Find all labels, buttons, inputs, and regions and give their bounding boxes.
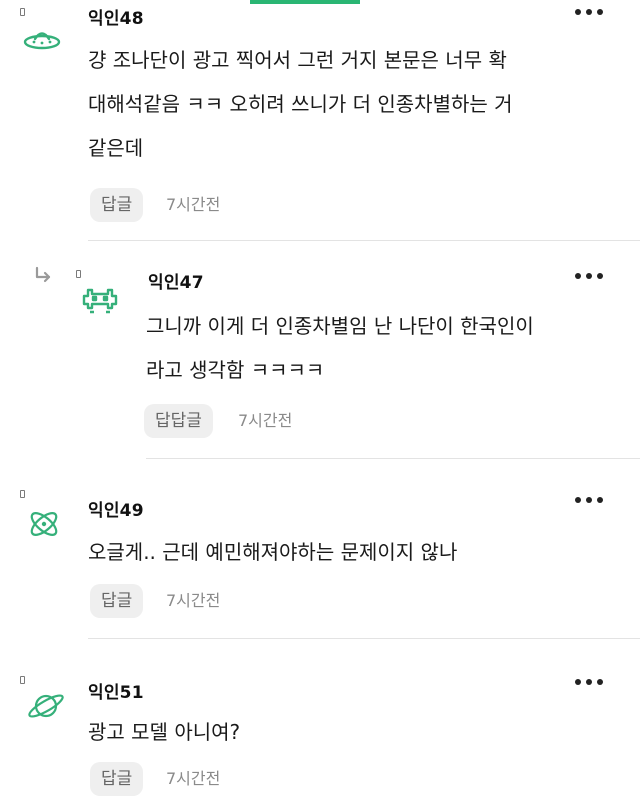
comment-nickname[interactable]: 익인48 — [88, 4, 144, 29]
more-options-icon[interactable] — [572, 674, 606, 690]
comment-line: 대해석같음 ㅋㅋ 오히려 쓰니가 더 인종차별하는 거 — [88, 92, 513, 116]
comment-text: 오글게.. 근데 예민해져야하는 문제이지 않나 — [88, 530, 457, 574]
comment-time: 7시간전 — [166, 769, 221, 788]
comment-time: 7시간전 — [238, 411, 293, 430]
reply-button[interactable]: 답글 — [90, 188, 144, 222]
ufo-icon — [20, 22, 64, 58]
comment-text: 걍 조나단이 광고 찍어서 그런 거지 본문은 너무 확 대해석같음 ㅋㅋ 오히… — [88, 38, 513, 170]
reply-button[interactable]: 답글 — [90, 584, 144, 618]
reply-arrow-icon — [34, 266, 54, 284]
reply-reply-button[interactable]: 답답글 — [144, 404, 213, 438]
comment-divider — [88, 638, 640, 639]
comment-text: 광고 모델 아니여? — [88, 710, 240, 754]
comment-time: 7시간전 — [166, 195, 221, 214]
comment-line: 걍 조나단이 광고 찍어서 그런 거지 본문은 너무 확 — [88, 48, 507, 72]
comment-nickname[interactable]: 익인51 — [88, 678, 144, 703]
rank-marker — [20, 8, 25, 16]
space-invader-icon — [78, 282, 122, 318]
comment-line: 그니까 이게 더 인종차별임 난 나단이 한국인이 — [146, 314, 534, 338]
comment-nickname[interactable]: 익인49 — [88, 496, 144, 521]
comment-line: 라고 생각함 ㅋㅋㅋㅋ — [146, 358, 325, 382]
planet-icon — [24, 688, 68, 724]
comment-line: 광고 모델 아니여? — [88, 720, 241, 744]
comment-divider — [146, 458, 640, 459]
rank-marker — [20, 676, 25, 684]
more-options-icon[interactable] — [572, 4, 606, 20]
comment-line: 같은데 — [88, 136, 144, 160]
comment-text: 그니까 이게 더 인종차별임 난 나단이 한국인이 라고 생각함 ㅋㅋㅋㅋ — [146, 304, 534, 392]
accent-bar — [250, 0, 360, 4]
comment-time: 7시간전 — [166, 591, 221, 610]
atom-icon — [22, 506, 66, 542]
rank-marker — [20, 490, 25, 498]
reply-button[interactable]: 답글 — [90, 762, 144, 796]
comment-nickname[interactable]: 익인47 — [148, 268, 204, 293]
more-options-icon[interactable] — [572, 492, 606, 508]
comment-line: 오글게.. 근데 예민해져야하는 문제이지 않나 — [88, 540, 458, 564]
comment-divider — [88, 240, 640, 241]
more-options-icon[interactable] — [572, 268, 606, 284]
rank-marker — [76, 270, 81, 278]
